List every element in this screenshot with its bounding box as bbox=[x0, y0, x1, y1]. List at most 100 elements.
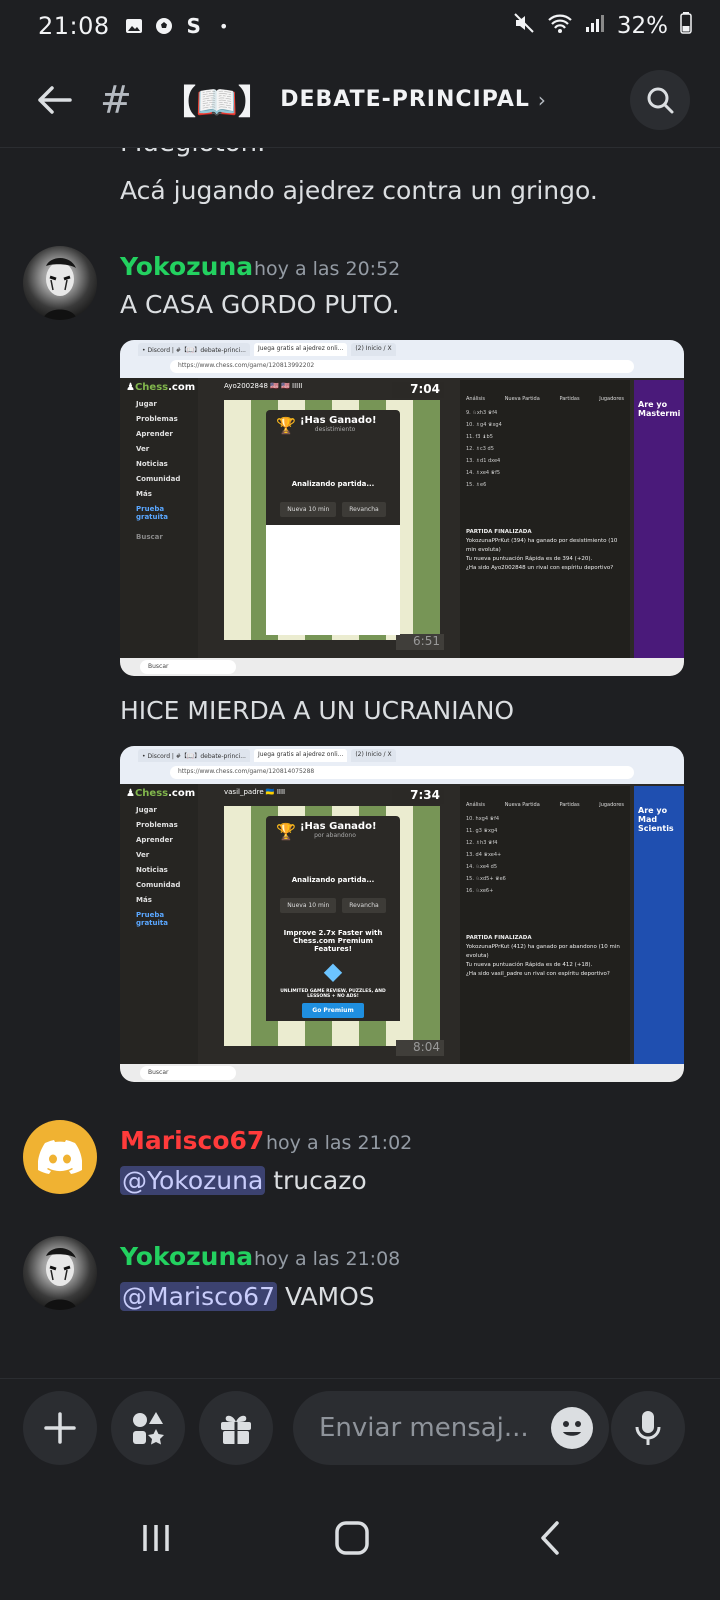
recent-apps-button[interactable] bbox=[126, 1508, 186, 1568]
gallery-icon bbox=[124, 16, 144, 36]
home-icon bbox=[335, 1521, 369, 1555]
taskbar: Buscar bbox=[120, 1064, 684, 1082]
wifi-icon bbox=[547, 12, 573, 40]
game-over-modal: 🏆 ¡Has Ganado! desistimiento Analizando pa… bbox=[266, 410, 400, 635]
chess-nav-item: Ver bbox=[136, 851, 150, 859]
analysis-tab: Nueva Partida bbox=[504, 396, 540, 402]
promo-subtext: UNLIMITED GAME REVIEW, PUZZLES, AND LESS… bbox=[280, 989, 386, 999]
finished-label: PARTIDA FINALIZADA bbox=[466, 935, 532, 941]
analysis-panel: Análisis Nueva Partida Partidas Jugadore… bbox=[460, 380, 630, 658]
system-nav-bar bbox=[0, 1480, 720, 1600]
battery-percent: 32% bbox=[616, 13, 668, 39]
clock: 7:34 bbox=[392, 788, 444, 804]
username[interactable]: Yokozuna bbox=[120, 252, 253, 281]
player-name: Ayo2002848 🇺🇸 🇺🇸 IIIII bbox=[224, 382, 303, 390]
avatar[interactable] bbox=[23, 1120, 97, 1194]
arrow-left-icon bbox=[38, 85, 72, 114]
browser-tab: • Discord | #【📖】debate-princi... bbox=[138, 749, 250, 762]
premium-promo: Improve 2.7x Faster with Chess.com Premi… bbox=[266, 921, 400, 1021]
analysis-tab: Jugadores bbox=[599, 396, 624, 402]
chess-nav-item: Prueba gratuita bbox=[136, 505, 168, 521]
analysis-tab: Partidas bbox=[559, 396, 580, 402]
taskbar-search: Buscar bbox=[140, 1066, 236, 1080]
clock: 7:04 bbox=[392, 382, 444, 398]
url-bar: https://www.chess.com/game/120813992202 bbox=[170, 360, 634, 373]
ad-box bbox=[266, 525, 400, 635]
promo-text: Improve 2.7x Faster with Chess.com Premi… bbox=[283, 929, 383, 953]
taskbar-search: Buscar bbox=[140, 660, 236, 674]
voice-message-button[interactable] bbox=[611, 1391, 685, 1465]
emoji-button[interactable] bbox=[551, 1407, 593, 1449]
browser-bar: • Discord | #【📖】debate-princi... Juega g… bbox=[120, 746, 684, 784]
message-list[interactable]: Muegioton. Acá jugando ajedrez contra un… bbox=[0, 148, 720, 1378]
smiley-icon bbox=[563, 1421, 581, 1436]
chevron-right-icon[interactable]: › bbox=[538, 88, 546, 112]
avatar[interactable] bbox=[23, 246, 97, 320]
home-button[interactable] bbox=[322, 1508, 382, 1568]
analysis-tab: Partidas bbox=[559, 802, 580, 808]
rematch-button: Revancha bbox=[342, 898, 386, 913]
browser-bar: • Discord | #【📖】debate-princi... Juega g… bbox=[120, 340, 684, 378]
chess-sidebar: ♟Chess.com Jugar Problemas Aprender Ver … bbox=[120, 784, 198, 1064]
chess-nav-item: Noticias bbox=[136, 460, 168, 468]
modal-title: ¡Has Ganado! bbox=[300, 821, 377, 832]
modal-title: ¡Has Ganado! bbox=[300, 415, 377, 426]
finished-label: PARTIDA FINALIZADA bbox=[466, 529, 532, 535]
result-text: YokozunaPPrKut (394) ha ganado por desis… bbox=[466, 538, 618, 553]
add-attachment-button[interactable] bbox=[23, 1391, 97, 1465]
microphone-icon bbox=[635, 1411, 661, 1445]
question-text: ¿Ha sido Ayo2002848 un rival con espírit… bbox=[466, 565, 614, 571]
mute-icon bbox=[513, 12, 535, 40]
username[interactable]: Yokozuna bbox=[120, 1242, 253, 1271]
chess-nav-item: Comunidad bbox=[136, 881, 181, 889]
chess-nav-item: Aprender bbox=[136, 430, 173, 438]
ad-banner: Are yo Mad Scientis bbox=[634, 786, 684, 1064]
hash-icon: # bbox=[100, 77, 132, 122]
chess-search: Buscar bbox=[136, 533, 163, 541]
status-time: 21:08 bbox=[38, 12, 110, 40]
message-input[interactable]: Enviar mensaj... bbox=[293, 1391, 609, 1465]
chess-logo: ♟Chess.com bbox=[126, 382, 196, 393]
analysis-tab: Jugadores bbox=[599, 802, 624, 808]
back-button[interactable] bbox=[24, 70, 84, 130]
result-text: YokozunaPPrKut (412) ha ganado por aband… bbox=[466, 944, 620, 959]
chess-nav-item: Prueba gratuita bbox=[136, 911, 168, 927]
attachment-image[interactable]: • Discord | #【📖】debate-princi... Juega g… bbox=[120, 340, 684, 676]
chess-nav-item: Problemas bbox=[136, 821, 178, 829]
apps-button[interactable] bbox=[111, 1391, 185, 1465]
channel-name[interactable]: DEBATE-PRINCIPAL bbox=[280, 87, 530, 112]
timestamp: hoy a las 21:08 bbox=[254, 1248, 401, 1270]
chess-logo: ♟Chess.com bbox=[126, 788, 196, 799]
player-name: vasil_padre 🇺🇦 IIII bbox=[224, 788, 286, 796]
analyzing-text: Analizando partida... bbox=[291, 876, 375, 884]
search-button[interactable] bbox=[630, 70, 690, 130]
chess-nav-item: Aprender bbox=[136, 836, 173, 844]
user-mention[interactable]: @Marisco67 bbox=[120, 1282, 277, 1311]
timestamp: hoy a las 20:52 bbox=[254, 258, 401, 280]
message-text: trucazo bbox=[273, 1166, 367, 1195]
attachment-image[interactable]: • Discord | #【📖】debate-princi... Juega g… bbox=[120, 746, 684, 1082]
back-nav-button[interactable] bbox=[520, 1508, 580, 1568]
username[interactable]: Marisco67 bbox=[120, 1126, 264, 1155]
rematch-button: Revancha bbox=[342, 502, 386, 517]
clock: 6:51 bbox=[396, 634, 444, 650]
clock: 8:04 bbox=[396, 1040, 444, 1056]
user-mention[interactable]: @Yokozuna bbox=[120, 1166, 266, 1195]
status-bar: 21:08 S • 32% bbox=[0, 0, 720, 52]
gift-icon bbox=[221, 1415, 251, 1444]
taskbar: Buscar bbox=[120, 658, 684, 676]
channel-header: # 【📖】 DEBATE-PRINCIPAL › bbox=[0, 52, 720, 148]
discord-logo-icon bbox=[38, 1140, 82, 1174]
new-game-button: Nueva 10 min bbox=[280, 898, 337, 913]
diamond-icon: ◆ bbox=[323, 957, 343, 985]
chess-nav-item: Jugar bbox=[136, 400, 157, 408]
channel-emoji[interactable]: 【📖】 bbox=[162, 75, 272, 124]
signal-icon bbox=[585, 13, 605, 39]
message-text: VAMOS bbox=[284, 1282, 375, 1311]
timestamp: hoy a las 21:02 bbox=[266, 1132, 413, 1154]
plus-icon bbox=[44, 1412, 76, 1444]
analysis-panel: Análisis Nueva Partida Partidas Jugadore… bbox=[460, 786, 630, 1064]
gift-button[interactable] bbox=[199, 1391, 273, 1465]
message-input-placeholder: Enviar mensaj... bbox=[319, 1413, 529, 1443]
avatar[interactable] bbox=[23, 1236, 97, 1310]
